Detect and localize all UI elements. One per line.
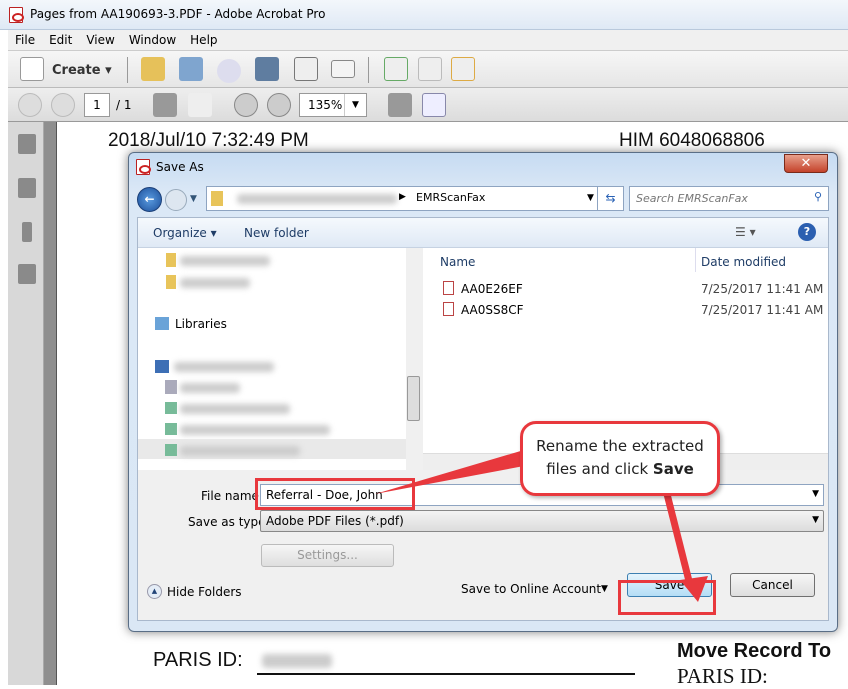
arrow-to-filename [375,450,524,494]
annotation-arrows [375,450,708,602]
arrow-to-save [663,493,694,586]
arrowhead [680,576,708,602]
callout-bold: Save [652,460,694,478]
instruction-callout: Rename the extracted files and click Sav… [520,421,720,496]
